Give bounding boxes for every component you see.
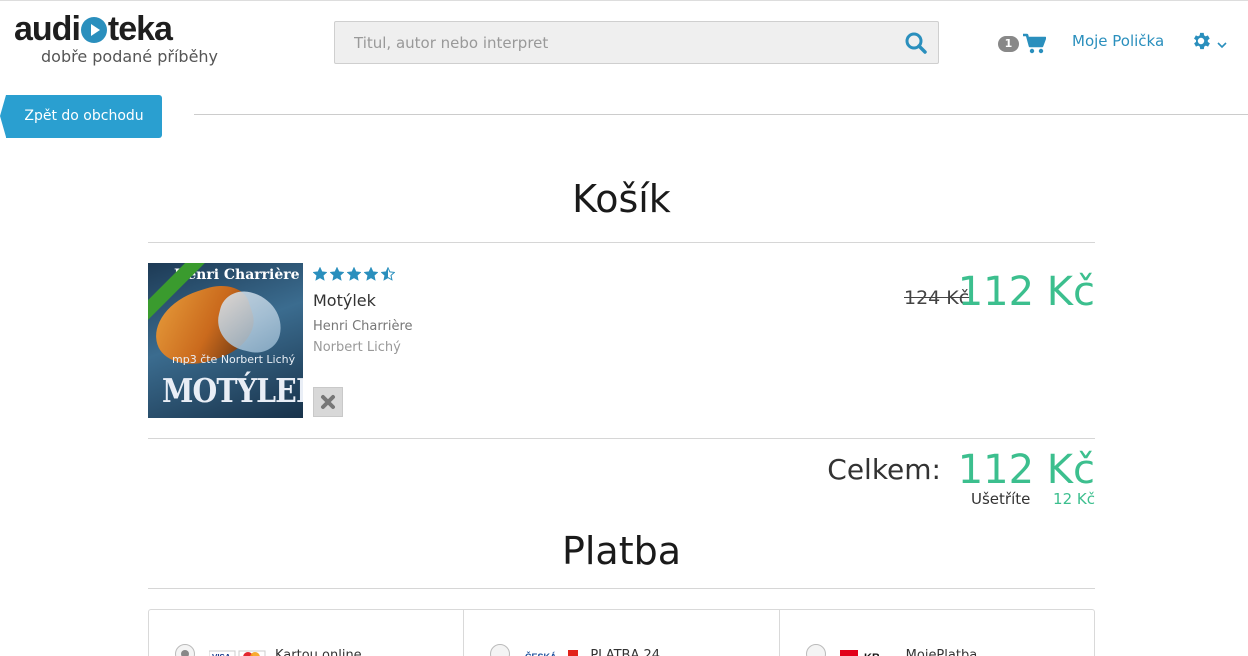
audioteka-logo[interactable]: audi teka dobře podané příběhy	[14, 9, 218, 71]
header-divider	[194, 114, 1248, 115]
total-label: Celkem:	[827, 453, 941, 486]
payment-divider	[148, 588, 1095, 589]
payment-radio-platba24[interactable]	[490, 644, 511, 656]
gear-icon	[1190, 32, 1212, 56]
star-icon	[380, 266, 396, 285]
card-logos-icon: VISA	[208, 648, 267, 656]
logo-tagline: dobře podané příběhy	[41, 47, 219, 66]
search-input[interactable]	[335, 22, 895, 63]
savings-value: 12 Kč	[1053, 490, 1095, 508]
close-icon	[314, 395, 342, 420]
chevron-down-icon	[1216, 36, 1228, 55]
total-price: 112 Kč	[957, 447, 1095, 493]
item-author[interactable]: Henri Charrière	[313, 319, 413, 334]
audiobook-cover[interactable]: Henri Charrière mp3 čte Norbert Lichý MO…	[148, 263, 303, 418]
rating-stars	[312, 266, 398, 285]
my-shelf-link[interactable]: Moje Polička	[1072, 32, 1164, 50]
payment-radio-mojeplatba[interactable]	[805, 644, 826, 656]
cart-button[interactable]: 1	[998, 33, 1048, 55]
item-narrator[interactable]: Norbert Lichý	[313, 340, 401, 355]
cart-divider-bottom	[148, 438, 1095, 439]
back-to-shop-button[interactable]: Zpět do obchodu	[0, 95, 162, 138]
star-icon	[363, 266, 379, 285]
svg-text:KB: KB	[864, 652, 880, 656]
cart-icon	[1022, 33, 1047, 59]
item-price: 112 Kč	[957, 269, 1095, 315]
payment-option-card[interactable]: VISA Kartou online	[149, 610, 465, 656]
search-icon[interactable]	[904, 31, 928, 55]
play-icon	[80, 17, 107, 43]
settings-menu[interactable]	[1190, 30, 1232, 54]
cart-divider-top	[148, 242, 1095, 243]
payment-options: VISA Kartou online ČESKÁ PLATBA 24 KB Mo…	[148, 609, 1095, 656]
search-bar	[334, 21, 939, 64]
star-icon	[329, 266, 345, 285]
svg-text:ČESKÁ: ČESKÁ	[525, 651, 557, 656]
star-icon	[312, 266, 328, 285]
cover-title-text: MOTÝLEK	[162, 371, 303, 410]
item-title[interactable]: Motýlek	[313, 291, 376, 310]
payment-radio-card[interactable]	[175, 644, 195, 656]
logo-wordmark: audi teka	[14, 10, 173, 48]
payment-label-card: Kartou online	[275, 648, 362, 656]
payment-option-mojeplatba[interactable]: KB MojePlatba	[780, 610, 1094, 656]
cart-title: Košík	[572, 177, 671, 221]
star-icon	[346, 266, 362, 285]
savings-label: Ušetříte	[971, 490, 1031, 508]
payment-title: Platba	[561, 529, 682, 573]
cart-count-badge: 1	[998, 36, 1019, 52]
remove-item-button[interactable]	[313, 387, 343, 417]
payment-label-platba24: PLATBA 24	[590, 648, 661, 656]
cover-narrator-text: mp3 čte Norbert Lichý	[172, 353, 296, 366]
payment-option-platba24[interactable]: ČESKÁ PLATBA 24	[464, 610, 780, 656]
payment-label-mojeplatba: MojePlatba	[905, 648, 978, 656]
kb-logo-icon: KB	[839, 648, 896, 656]
ceska-sporitelna-logo-icon: ČESKÁ	[524, 648, 581, 656]
